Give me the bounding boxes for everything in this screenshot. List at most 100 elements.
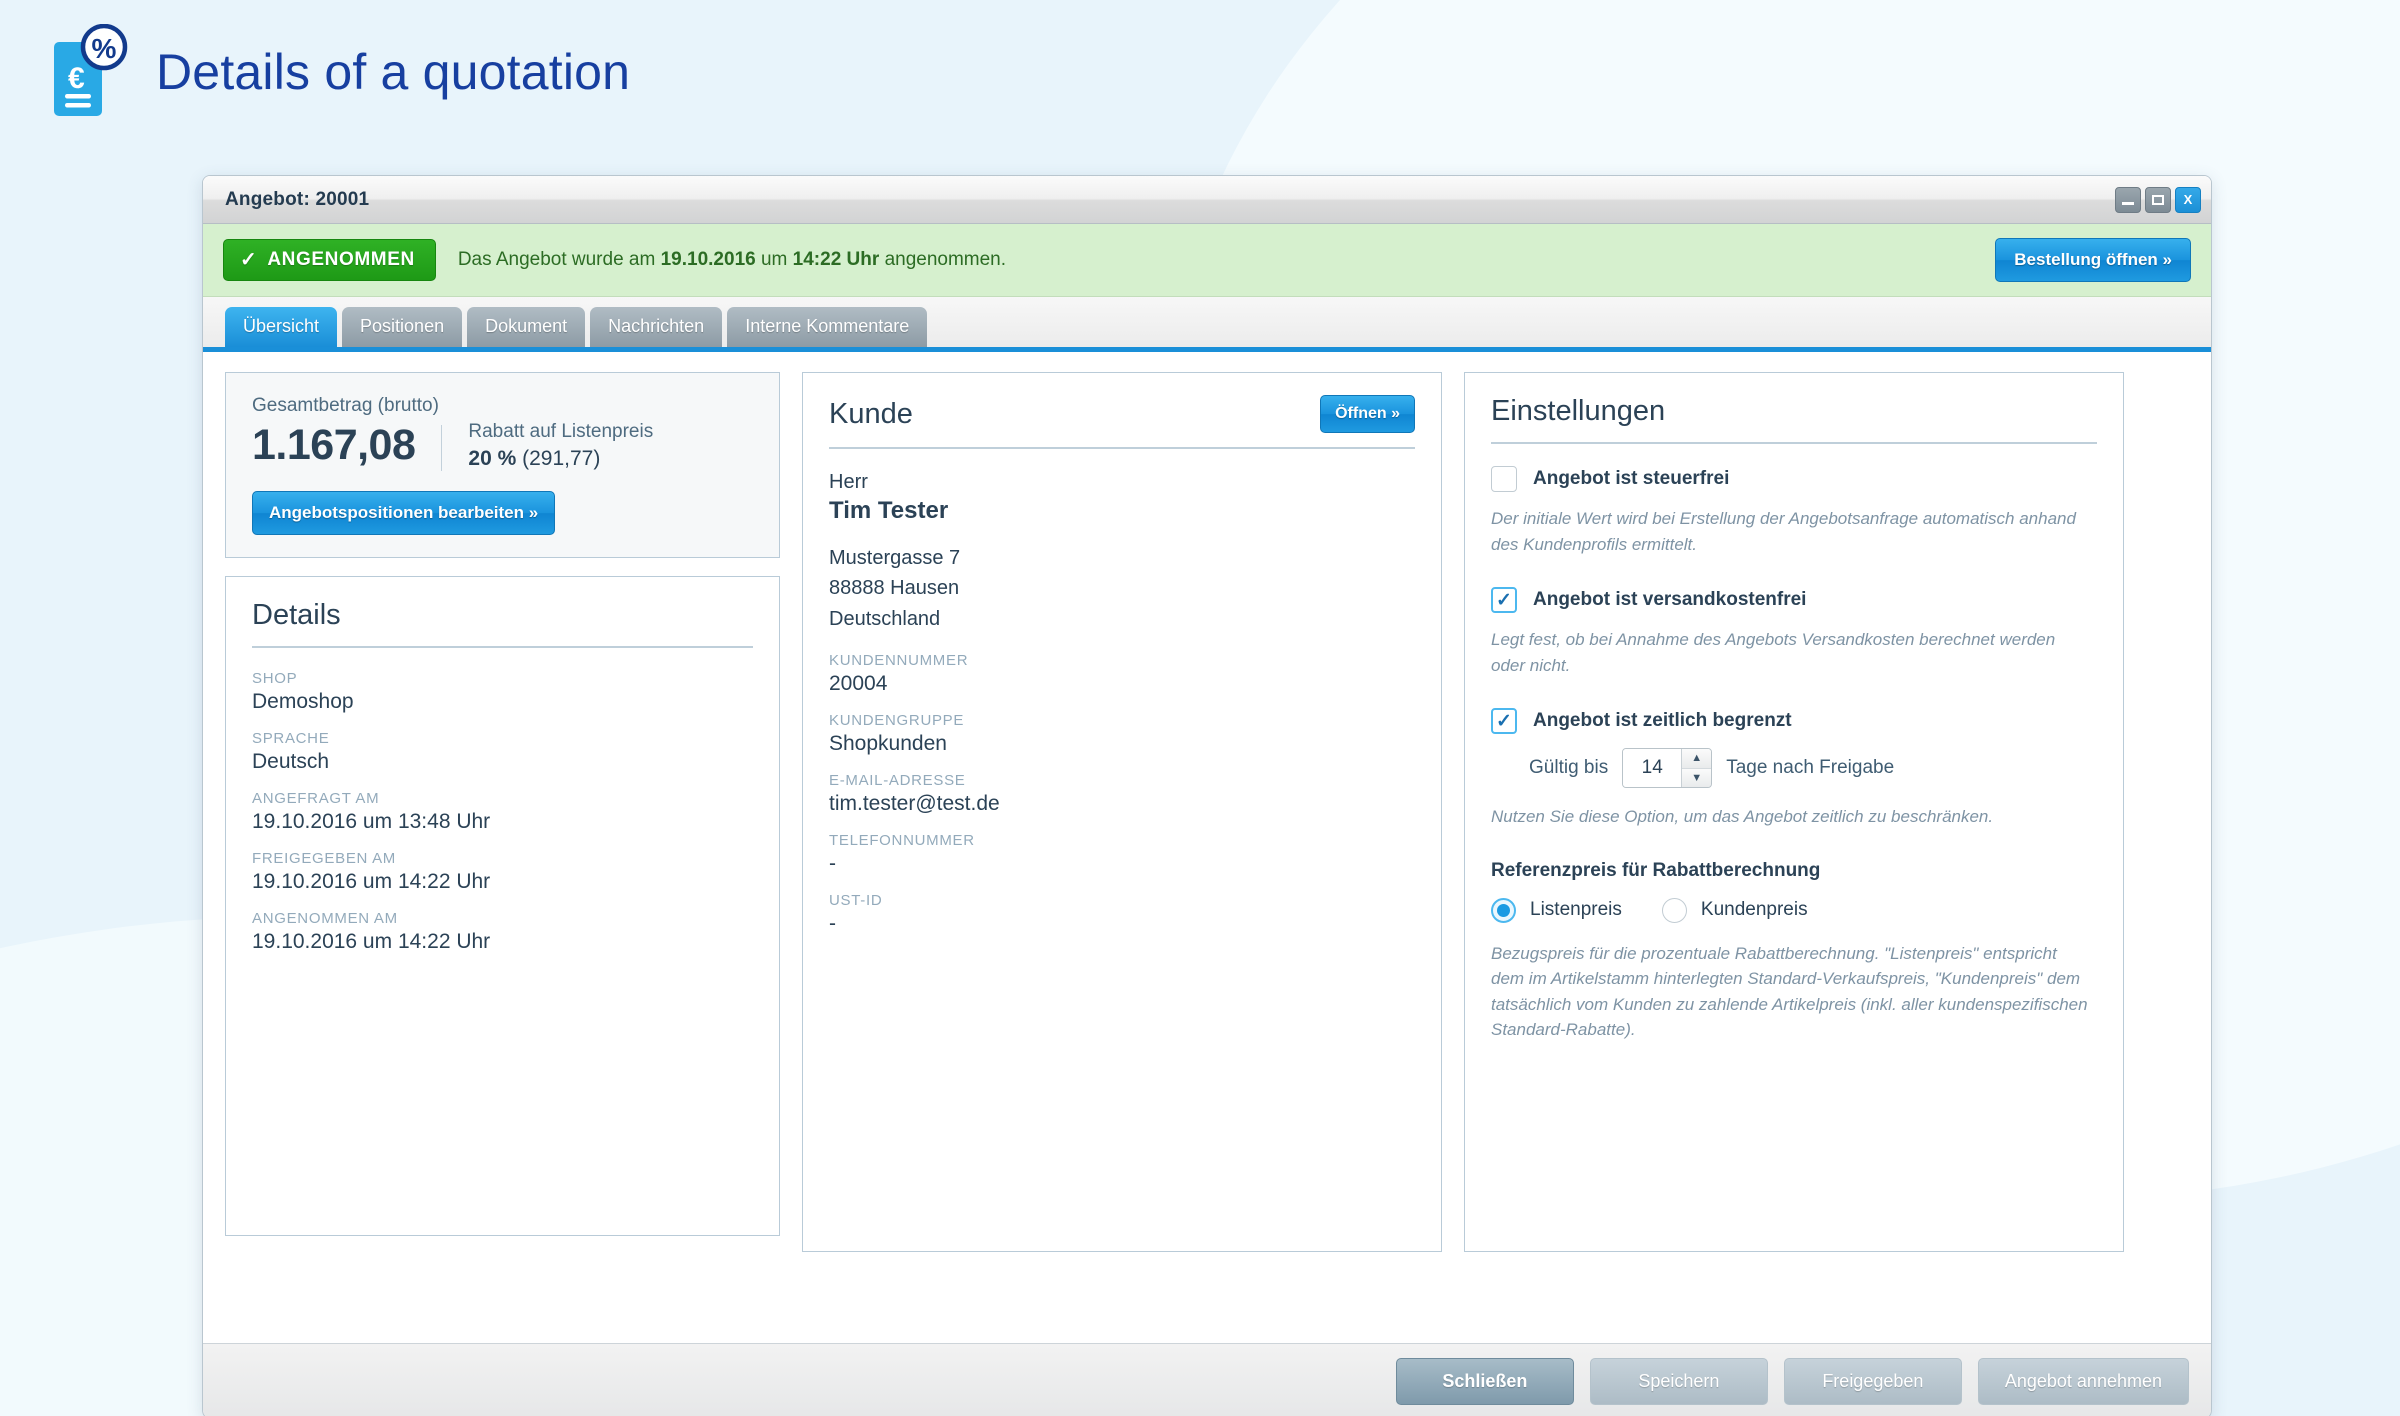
total-amount-card: Gesamtbetrag (brutto) 1.167,08 Rabatt au… [225,372,780,558]
address-line-3: Deutschland [829,607,941,630]
field-value: tim.tester@test.de [829,792,1000,816]
tab-uebersicht[interactable]: Übersicht [225,307,338,347]
close-icon[interactable]: X [2175,186,2201,213]
detail-field-freigegeben-am: FREIGEGEBEN AM 19.10.2016 um 14:22 Uhr [252,850,753,894]
tab-positionen[interactable]: Positionen [342,307,463,347]
window-controls: X [2115,186,2201,213]
customer-salutation: Herr [829,471,868,493]
edit-positions-button[interactable]: Angebotspositionen bearbeiten » [252,491,556,535]
detail-field-angenommen-am: ANGENOMMEN AM 19.10.2016 um 14:22 Uhr [252,910,753,954]
tab-interne-kommentare[interactable]: Interne Kommentare [727,307,928,347]
option-tax-free[interactable]: Angebot ist steuerfrei [1491,466,2097,492]
settings-card: Einstellungen Angebot ist steuerfrei Der… [1464,372,2124,1252]
tab-nachrichten[interactable]: Nachrichten [590,307,723,347]
field-label: SHOP [252,670,298,687]
help-time-limited: Nutzen Sie diese Option, um das Angebot … [1491,807,1994,826]
checkbox-label: Angebot ist zeitlich begrenzt [1533,710,1792,731]
settings-title: Einstellungen [1491,395,1666,427]
field-label: TELEFONNUMMER [829,832,975,850]
discount-percent: 20 % [468,447,517,470]
field-value: Deutsch [252,750,330,773]
reference-price-title: Referenzpreis für Rabattberechnung [1491,859,1821,881]
right-column: Einstellungen Angebot ist steuerfrei Der… [1464,372,2124,1252]
discount-amount: (291,77) [522,447,601,470]
field-value: 19.10.2016 um 13:48 Uhr [252,810,491,833]
customer-field-kundengruppe: KUNDENGRUPPE Shopkunden [829,712,1415,756]
status-text-mid: um [760,249,788,270]
window-titlebar: Angebot: 20001 X [203,176,2211,224]
customer-card: Kunde Öffnen » Herr Tim Tester Mustergas… [802,372,1442,1252]
details-card: Details SHOP Demoshop SPRACHE Deutsch AN… [225,576,780,1236]
help-free-shipping: Legt fest, ob bei Annahme des Angebots V… [1491,630,2056,675]
status-date: 19.10.2016 [660,249,756,270]
check-icon: ✓ [240,249,258,271]
validity-row: Gültig bis ▲ ▼ Tage nach Freigabe [1529,748,2097,788]
validity-prefix-label: Gültig bis [1529,757,1609,778]
checkbox-label: Angebot ist steuerfrei [1533,468,1730,489]
status-time: 14:22 Uhr [792,249,880,270]
address-line-2: 88888 Hausen [829,577,960,600]
discount-label: Rabatt auf Listenpreis [468,421,654,442]
tab-bar: Übersicht Positionen Dokument Nachrichte… [203,297,2211,352]
customer-field-kundennummer: KUNDENNUMMER 20004 [829,652,1415,696]
stepper-buttons[interactable]: ▲ ▼ [1681,749,1712,787]
customer-field-email: E-MAIL-ADRESSE tim.tester@test.de [829,772,1415,816]
field-value: 19.10.2016 um 14:22 Uhr [252,870,491,893]
stepper-down-icon[interactable]: ▼ [1682,767,1712,787]
field-label: FREIGEGEBEN AM [252,850,396,867]
customer-card-header: Kunde Öffnen » [829,395,1415,449]
validity-days-stepper[interactable]: ▲ ▼ [1622,748,1713,788]
field-value: Shopkunden [829,732,947,756]
field-value: - [829,852,836,876]
field-label: UST-ID [829,892,883,910]
window-footer: Schließen Speichern Freigegeben Angebot … [203,1343,2211,1416]
customer-name: Tim Tester [829,497,949,524]
release-button[interactable]: Freigegeben [1783,1358,1962,1405]
validity-days-input[interactable] [1623,749,1682,787]
svg-text:€: € [68,62,85,95]
tab-dokument[interactable]: Dokument [467,307,586,347]
field-label: KUNDENGRUPPE [829,712,965,730]
option-free-shipping[interactable]: ✓ Angebot ist versandkostenfrei [1491,587,2097,613]
details-title: Details [252,599,341,631]
radio-label-kundenpreis: Kundenpreis [1700,899,1808,920]
field-value: 20004 [829,672,888,696]
status-text-suffix: angenommen. [884,249,1007,270]
detail-field-shop: SHOP Demoshop [252,670,753,714]
help-tax-free: Der initiale Wert wird bei Erstellung de… [1491,509,2076,554]
discount-block: Rabatt auf Listenpreis 20 % (291,77) [468,421,653,471]
customer-address: Mustergasse 7 88888 Hausen Deutschland [829,543,1415,634]
reference-price-options: Listenpreis Kundenpreis [1491,897,2097,923]
save-button[interactable]: Speichern [1589,1358,1768,1405]
open-customer-button[interactable]: Öffnen » [1320,395,1415,433]
radio-listenpreis[interactable] [1491,897,1516,923]
field-value: 19.10.2016 um 14:22 Uhr [252,930,491,953]
minimize-icon[interactable] [2115,186,2141,213]
field-value: - [829,912,836,936]
total-amount: 1.167,08 [252,421,416,469]
field-label: ANGENOMMEN AM [252,910,398,927]
open-order-button[interactable]: Bestellung öffnen » [1995,238,2191,282]
checkbox-time-limited[interactable]: ✓ [1491,708,1517,734]
left-column: Gesamtbetrag (brutto) 1.167,08 Rabatt au… [225,372,780,1236]
checkbox-tax-free[interactable] [1491,466,1517,492]
total-label: Gesamtbetrag (brutto) [252,395,439,416]
field-label: SPRACHE [252,730,330,747]
invoice-percent-icon: € % [52,23,130,120]
close-button[interactable]: Schließen [1395,1358,1574,1405]
maximize-icon[interactable] [2145,186,2171,213]
settings-card-header: Einstellungen [1491,395,2097,444]
stepper-up-icon[interactable]: ▲ [1682,749,1712,768]
page-header: € % Details of a quotation [52,23,630,120]
customer-field-telefonnummer: TELEFONNUMMER - [829,832,1415,876]
radio-kundenpreis[interactable] [1661,897,1687,923]
checkbox-free-shipping[interactable]: ✓ [1491,587,1517,613]
accept-quotation-button[interactable]: Angebot annehmen [1977,1358,2189,1405]
divider [441,425,443,471]
status-message: Das Angebot wurde am 19.10.2016 um 14:22… [458,249,1006,271]
field-label: ANGEFRAGT AM [252,790,380,807]
check-icon: ✓ [1496,589,1512,611]
status-text-prefix: Das Angebot wurde am [457,249,656,270]
option-time-limited[interactable]: ✓ Angebot ist zeitlich begrenzt [1491,708,2097,734]
middle-column: Kunde Öffnen » Herr Tim Tester Mustergas… [802,372,1442,1252]
